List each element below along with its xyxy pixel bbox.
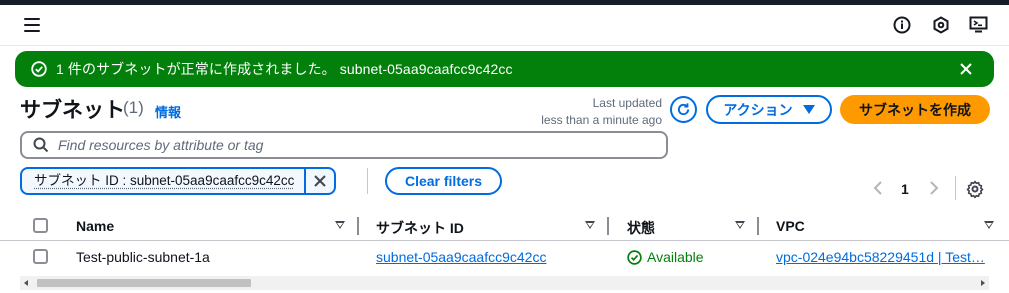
last-updated-value: less than a minute ago (541, 113, 662, 127)
refresh-icon (677, 103, 690, 116)
remove-filter-button[interactable] (306, 169, 334, 193)
check-circle-icon (31, 61, 47, 77)
sort-caret-icon[interactable] (585, 221, 595, 229)
page-title: サブネット (20, 99, 125, 122)
close-icon (314, 175, 327, 187)
pagination-divider (955, 176, 956, 200)
scroll-left-icon[interactable] (24, 280, 28, 286)
sort-caret-icon[interactable] (735, 221, 745, 229)
hamburger-menu-icon[interactable] (24, 18, 40, 32)
column-header-vpc[interactable]: VPC (776, 218, 805, 234)
subnet-id-link[interactable]: subnet-05aa9caafcc9c42cc (376, 249, 546, 265)
last-updated: Last updated less than a minute ago (541, 95, 662, 129)
horizontal-scrollbar[interactable] (20, 276, 989, 290)
notifications-icon[interactable] (931, 15, 951, 35)
success-flash-banner: 1 件のサブネットが正常に作成されました。 subnet-05aa9caafcc… (15, 51, 994, 87)
header-divider (0, 45, 1009, 46)
search-bar (20, 131, 668, 159)
sort-caret-icon[interactable] (984, 221, 994, 229)
check-circle-icon (627, 249, 642, 265)
caret-down-icon (802, 105, 815, 114)
top-navigation-bar (0, 0, 1009, 5)
info-icon[interactable] (892, 15, 912, 35)
close-icon[interactable] (958, 61, 974, 77)
filter-divider (367, 168, 368, 194)
last-updated-label: Last updated (592, 96, 662, 110)
actions-dropdown-button[interactable]: アクション (706, 95, 832, 124)
state-text: Available (647, 249, 704, 265)
select-all-checkbox[interactable] (33, 218, 48, 233)
row-checkbox[interactable] (33, 249, 48, 264)
filter-token-label[interactable]: サブネット ID : subnet-05aa9caafcc9c42cc (22, 169, 307, 193)
subnet-name: Test-public-subnet-1a (76, 249, 210, 265)
vpc-link[interactable]: vpc-024e94bc58229451d | Test… (776, 249, 985, 265)
refresh-button[interactable] (670, 96, 697, 123)
filter-token: サブネット ID : subnet-05aa9caafcc9c42cc (20, 167, 337, 195)
state-indicator: Available (627, 249, 704, 265)
current-page[interactable]: 1 (901, 181, 909, 197)
gear-icon[interactable] (966, 180, 984, 198)
column-resizer[interactable] (357, 217, 359, 235)
column-resizer[interactable] (607, 217, 609, 235)
chevron-left-icon[interactable] (872, 180, 884, 196)
column-header-name[interactable]: Name (76, 218, 114, 234)
column-resizer[interactable] (757, 217, 759, 235)
search-input[interactable] (58, 137, 638, 153)
column-header-subnet-id[interactable]: サブネット ID (376, 218, 464, 238)
table-header: Name サブネット ID 状態 VPC (0, 211, 1009, 241)
sort-caret-icon[interactable] (335, 221, 345, 229)
table-row[interactable]: Test-public-subnet-1a subnet-05aa9caafcc… (0, 241, 1009, 273)
chevron-right-icon[interactable] (928, 180, 940, 196)
actions-label: アクション (723, 101, 793, 118)
search-icon (33, 137, 49, 153)
info-link[interactable]: 情報 (155, 102, 181, 121)
column-header-state[interactable]: 状態 (627, 218, 655, 238)
flash-message: 1 件のサブネットが正常に作成されました。 subnet-05aa9caafcc… (56, 61, 513, 77)
cloudshell-icon[interactable] (969, 15, 989, 35)
scrollbar-thumb[interactable] (37, 279, 251, 287)
create-subnet-button[interactable]: サブネットを作成 (840, 95, 990, 124)
clear-filters-button[interactable]: Clear filters (385, 167, 502, 195)
resource-count: (1) (123, 98, 144, 117)
scroll-right-icon[interactable] (981, 280, 985, 286)
